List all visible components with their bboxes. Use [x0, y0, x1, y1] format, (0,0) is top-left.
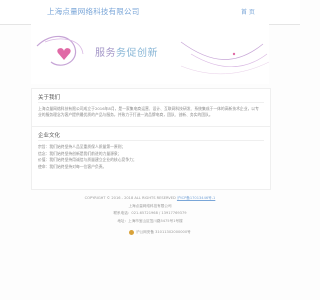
divider — [38, 140, 264, 141]
divider — [38, 102, 264, 103]
footer-copyright-line: COPYRIGHT © 2016 - 2018 ALL RIGHTS RESER… — [0, 195, 300, 203]
culture-body: 宗旨：我们始终坚持人品至重质保人质量第一原则； 信念：我们始终坚持创新是我们前进… — [38, 144, 262, 170]
about-panel: 关于我们 上海点量网络科技有限公司成立于2016年8月，是一家集电商运营、设计、… — [31, 88, 271, 128]
site-footer: COPYRIGHT © 2016 - 2018 ALL RIGHTS RESER… — [0, 195, 300, 225]
banner-slogan-b: 务促创新 — [116, 48, 158, 59]
about-body: 上海点量网络科技有限公司成立于2016年8月，是一家集电商运营、设计、互联网科技… — [38, 106, 259, 117]
nav-home-link[interactable]: 首 页 — [241, 7, 255, 16]
police-badge-icon — [129, 230, 134, 235]
police-record[interactable]: 沪公网安备 31011302000000号 — [129, 230, 191, 235]
culture-title: 企业文化 — [38, 133, 61, 139]
culture-panel: 企业文化 宗旨：我们始终坚持人品至重质保人质量第一原则； 信念：我们始终坚持创新… — [31, 126, 271, 190]
footer-copyright: COPYRIGHT © 2016 - 2018 ALL RIGHTS RESER… — [84, 196, 176, 200]
about-title: 关于我们 — [38, 95, 61, 101]
site-header: 上海点量网络科技有限公司 首 页 — [0, 0, 300, 25]
footer-phone: 联系电话：021-65721968 / 13917769379 — [113, 211, 187, 215]
culture-line: 使命：我们始终坚持对每一位客户负责。 — [38, 163, 107, 169]
footer-company: 上海点量网络科技有限公司 — [128, 203, 172, 208]
hero-banner: 服务务促创新 — [31, 24, 269, 84]
banner-slogan-a: 服务 — [95, 48, 116, 59]
police-record-text[interactable]: 沪公网安备 31011302000000号 — [136, 230, 191, 235]
footer-address: 地址：上海市宝山区蕰川路5475号1号楼 — [117, 218, 183, 223]
site-title[interactable]: 上海点量网络科技有限公司 — [47, 6, 139, 17]
footer-icp-link[interactable]: 沪ICP备17013446号-1 — [177, 196, 215, 200]
banner-slogan: 服务务促创新 — [95, 44, 158, 59]
